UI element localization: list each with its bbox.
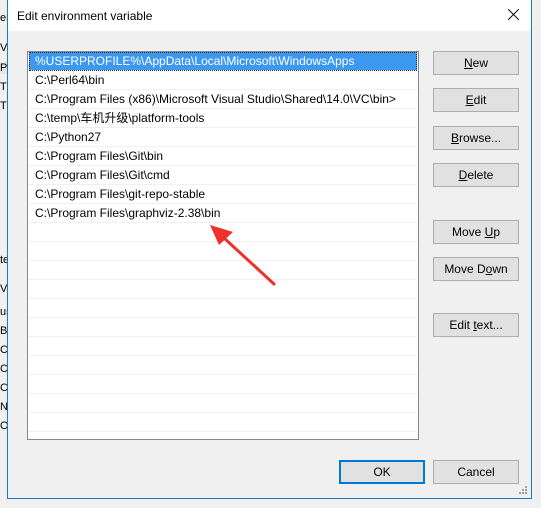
list-item[interactable]: C:\Program Files\git-repo-stable <box>29 185 417 204</box>
label: elete <box>467 168 494 182</box>
list-item[interactable] <box>29 413 417 432</box>
ok-button[interactable]: OK <box>339 460 425 484</box>
label: rowse... <box>459 131 502 145</box>
title-bar: Edit environment variable <box>8 0 531 31</box>
list-item[interactable]: C:\Program Files\Git\bin <box>29 147 417 166</box>
accelerator: N <box>463 56 473 70</box>
list-item[interactable] <box>29 356 417 375</box>
label: ew <box>472 56 488 70</box>
accelerator: B <box>450 131 459 145</box>
accelerator: D <box>458 168 468 182</box>
close-icon[interactable] <box>503 4 525 26</box>
new-button[interactable]: New <box>433 51 519 75</box>
list-item[interactable] <box>29 375 417 394</box>
edit-button[interactable]: Edit <box>433 88 519 112</box>
label: ext... <box>476 318 503 332</box>
move-up-button[interactable]: Move Up <box>433 220 519 244</box>
list-item[interactable]: C:\Program Files\graphviz-2.38\bin <box>29 204 417 223</box>
accelerator: E <box>465 93 474 107</box>
list-item[interactable]: C:\Perl64\bin <box>29 71 417 90</box>
list-item[interactable] <box>29 299 417 318</box>
browse-button[interactable]: Browse... <box>433 126 519 150</box>
delete-button[interactable]: Delete <box>433 163 519 187</box>
path-list[interactable]: %USERPROFILE%\AppData\Local\Microsoft\Wi… <box>27 51 419 440</box>
list-item[interactable]: C:\Python27 <box>29 128 417 147</box>
label: Move D <box>444 262 486 276</box>
label: dit <box>473 93 487 107</box>
list-item[interactable]: C:\temp\车机升级\platform-tools <box>29 109 417 128</box>
move-down-button[interactable]: Move Down <box>433 257 519 281</box>
list-item[interactable]: C:\Program Files (x86)\Microsoft Visual … <box>29 90 417 109</box>
background-window-fragment-right <box>533 0 541 508</box>
list-item[interactable] <box>29 242 417 261</box>
list-item[interactable] <box>29 394 417 413</box>
list-item[interactable] <box>29 318 417 337</box>
label: Move <box>451 225 485 239</box>
label: wn <box>492 262 508 276</box>
list-item[interactable] <box>29 261 417 280</box>
list-item[interactable] <box>29 337 417 356</box>
list-item[interactable] <box>29 280 417 299</box>
label: Edit <box>449 318 474 332</box>
list-item[interactable]: %USERPROFILE%\AppData\Local\Microsoft\Wi… <box>29 52 417 71</box>
cancel-button[interactable]: Cancel <box>433 460 519 484</box>
edit-text-button[interactable]: Edit text... <box>433 313 519 337</box>
label: p <box>493 225 501 239</box>
resize-grip-icon[interactable] <box>519 486 528 495</box>
list-item[interactable]: C:\Program Files\Git\cmd <box>29 166 417 185</box>
dialog-title: Edit environment variable <box>17 9 153 23</box>
list-item[interactable] <box>29 223 417 242</box>
edit-environment-variable-dialog: Edit environment variable %USERPROFILE%\… <box>7 0 532 499</box>
